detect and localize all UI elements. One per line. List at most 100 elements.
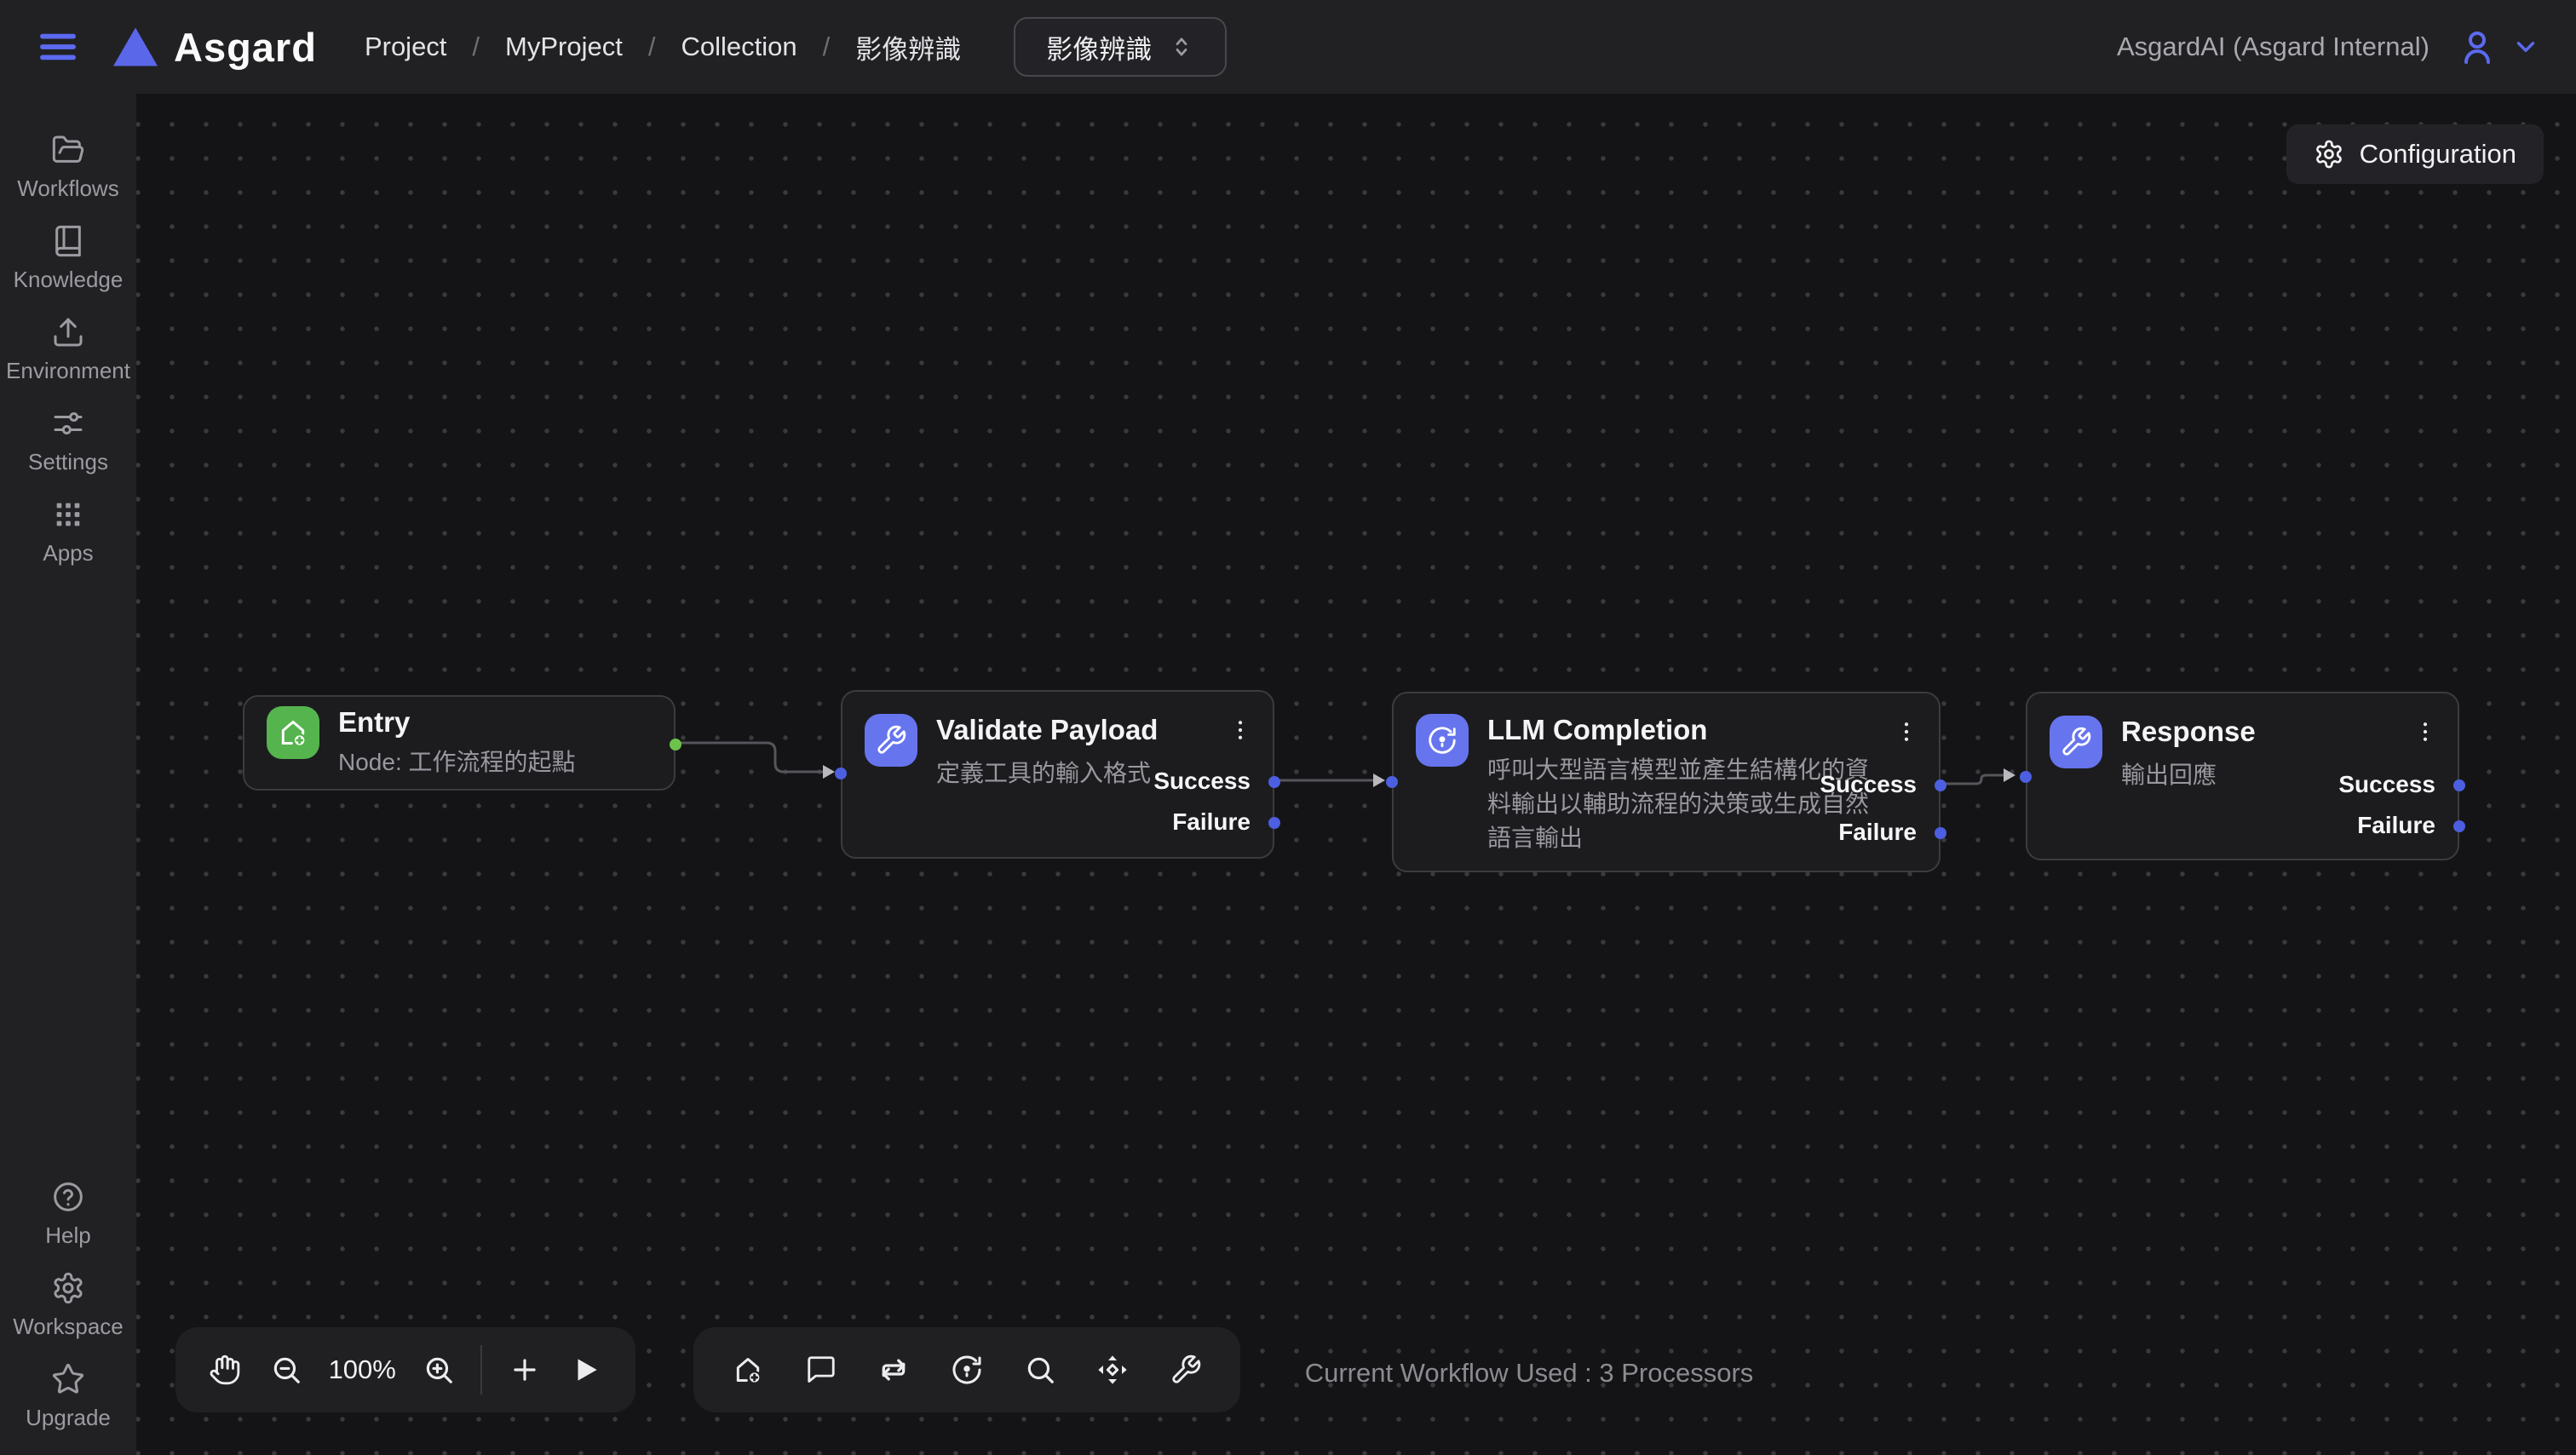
run-play-icon[interactable] bbox=[567, 1351, 605, 1389]
home-plus-icon bbox=[267, 706, 319, 759]
node-subtitle: 定義工具的輸入格式 bbox=[936, 756, 1158, 791]
diamond-move-icon[interactable] bbox=[1094, 1351, 1131, 1389]
node-title: Response bbox=[2121, 716, 2256, 748]
configuration-button[interactable]: Configuration bbox=[2286, 124, 2544, 184]
logo-triangle-icon bbox=[111, 25, 160, 69]
sidebar-item-label: Workflows bbox=[17, 175, 118, 202]
edge-llm-to-response bbox=[1941, 775, 2004, 784]
wrench-icon bbox=[865, 714, 917, 767]
account-name: AsgardAI (Asgard Internal) bbox=[2117, 32, 2429, 62]
node-llm-completion[interactable]: LLM Completion 呼叫大型語言模型並產生結構化的資料輸出以輔助流程的… bbox=[1392, 692, 1941, 872]
zoom-in-icon[interactable] bbox=[420, 1351, 457, 1389]
breadcrumb-separator: / bbox=[648, 32, 656, 62]
sidebar-item-environment[interactable]: Environment bbox=[6, 315, 130, 384]
output-port-success[interactable] bbox=[2453, 779, 2465, 791]
workflow-select[interactable]: 影像辨識 bbox=[1014, 17, 1227, 77]
chevron-down-icon[interactable] bbox=[2511, 32, 2540, 61]
sidebar-item-label: Knowledge bbox=[14, 267, 124, 293]
wrench-icon bbox=[2050, 716, 2102, 768]
configuration-label: Configuration bbox=[2360, 139, 2516, 170]
account-menu[interactable]: AsgardAI (Asgard Internal) bbox=[2117, 26, 2540, 67]
workflow-canvas[interactable]: Configuration Entry Node: 工作流程的起點 bbox=[136, 94, 2576, 1455]
node-subtitle: 呼叫大型語言模型並產生結構化的資料輸出以輔助流程的決策或生成自然語言輸出 bbox=[1487, 753, 1872, 855]
breadcrumb: Project / MyProject / Collection / 影像辨識 bbox=[365, 28, 961, 66]
grid-dots-icon bbox=[51, 497, 85, 532]
wrench-tool-icon[interactable] bbox=[1167, 1351, 1205, 1389]
sidebar-item-label: Workspace bbox=[13, 1314, 124, 1340]
book-icon bbox=[51, 224, 85, 258]
comment-chat-bubble-icon[interactable] bbox=[802, 1351, 840, 1389]
output-label-failure: Failure bbox=[1838, 819, 1917, 846]
output-port-failure[interactable] bbox=[1268, 817, 1280, 829]
workflow-status-text: Current Workflow Used : 3 Processors bbox=[1282, 1358, 1776, 1389]
swap-arrows-icon[interactable] bbox=[875, 1351, 912, 1389]
sidebar-item-label: Environment bbox=[6, 358, 130, 384]
sidebar-item-help[interactable]: Help bbox=[45, 1180, 90, 1249]
llm-refresh-icon bbox=[1416, 714, 1469, 767]
sidebar-item-label: Help bbox=[45, 1222, 90, 1249]
star-icon bbox=[51, 1362, 85, 1396]
search-icon[interactable] bbox=[1021, 1351, 1059, 1389]
select-chevrons-icon bbox=[1169, 34, 1194, 60]
output-port-failure[interactable] bbox=[1935, 827, 1946, 839]
breadcrumb-current[interactable]: 影像辨識 bbox=[855, 28, 961, 66]
brand-title: Asgard bbox=[174, 24, 317, 71]
breadcrumb-separator: / bbox=[472, 32, 480, 62]
output-label-failure: Failure bbox=[2357, 812, 2435, 839]
node-title: Validate Payload bbox=[936, 714, 1158, 746]
canvas-nav-toolbar: 100% bbox=[175, 1327, 635, 1412]
zoom-level: 100% bbox=[329, 1354, 396, 1385]
hand-pan-icon[interactable] bbox=[206, 1351, 244, 1389]
add-node-plus-icon[interactable] bbox=[506, 1351, 543, 1389]
upload-icon bbox=[51, 315, 85, 349]
gear-icon bbox=[51, 1271, 85, 1305]
sidebar-item-knowledge[interactable]: Knowledge bbox=[14, 224, 124, 293]
node-validate-payload[interactable]: Validate Payload 定義工具的輸入格式 Success Failu… bbox=[841, 690, 1274, 859]
output-port-success[interactable] bbox=[1935, 779, 1946, 791]
toolbar-divider bbox=[480, 1345, 482, 1395]
output-port-success[interactable] bbox=[1268, 776, 1280, 788]
sidebar-item-label: Upgrade bbox=[26, 1405, 111, 1431]
sidebar-item-apps[interactable]: Apps bbox=[43, 497, 93, 566]
sidebar-bottom-group: Help Workspace Upgrade bbox=[13, 1180, 124, 1431]
zoom-out-icon[interactable] bbox=[267, 1351, 305, 1389]
sidebar: Workflows Knowledge Environment Settings… bbox=[0, 94, 136, 1455]
output-label-success: Success bbox=[2338, 771, 2435, 798]
asgard-logo: Asgard bbox=[111, 24, 317, 71]
node-menu-kebab-icon[interactable] bbox=[1223, 710, 1257, 750]
sidebar-item-workspace[interactable]: Workspace bbox=[13, 1271, 124, 1340]
sidebar-item-label: Apps bbox=[43, 540, 93, 566]
breadcrumb-myproject[interactable]: MyProject bbox=[505, 32, 623, 62]
user-avatar-icon[interactable] bbox=[2457, 26, 2498, 67]
output-port[interactable] bbox=[670, 739, 681, 751]
node-title: LLM Completion bbox=[1487, 714, 1872, 746]
canvas-tools-toolbar bbox=[693, 1327, 1240, 1412]
breadcrumb-separator: / bbox=[823, 32, 831, 62]
node-entry[interactable]: Entry Node: 工作流程的起點 bbox=[243, 695, 676, 791]
llm-refresh-icon[interactable] bbox=[948, 1351, 986, 1389]
input-port[interactable] bbox=[835, 768, 847, 779]
breadcrumb-collection[interactable]: Collection bbox=[681, 32, 796, 62]
workflow-select-value: 影像辨識 bbox=[1046, 28, 1152, 66]
input-port[interactable] bbox=[2020, 771, 2032, 783]
sidebar-item-settings[interactable]: Settings bbox=[28, 406, 108, 475]
node-subtitle: Node: 工作流程的起點 bbox=[338, 745, 576, 779]
output-label-success: Success bbox=[1153, 768, 1251, 795]
edge-arrow bbox=[2004, 768, 2015, 782]
gear-icon bbox=[2314, 139, 2344, 170]
output-port-failure[interactable] bbox=[2453, 820, 2465, 832]
output-label-failure: Failure bbox=[1172, 808, 1251, 836]
input-port[interactable] bbox=[1386, 776, 1398, 788]
entry-node-tool-home-plus-icon[interactable] bbox=[729, 1351, 767, 1389]
sidebar-item-workflows[interactable]: Workflows bbox=[17, 133, 118, 202]
hamburger-menu-icon[interactable] bbox=[34, 23, 82, 71]
breadcrumb-project[interactable]: Project bbox=[365, 32, 446, 62]
help-circle-icon bbox=[51, 1180, 85, 1214]
node-response[interactable]: Response 輸出回應 Success Failure bbox=[2026, 692, 2459, 860]
edge-arrow bbox=[1373, 774, 1385, 787]
node-menu-kebab-icon[interactable] bbox=[1889, 712, 1923, 751]
top-bar: Asgard Project / MyProject / Collection … bbox=[0, 0, 2576, 94]
node-menu-kebab-icon[interactable] bbox=[2408, 712, 2442, 751]
sidebar-item-upgrade[interactable]: Upgrade bbox=[26, 1362, 111, 1431]
sidebar-item-label: Settings bbox=[28, 449, 108, 475]
